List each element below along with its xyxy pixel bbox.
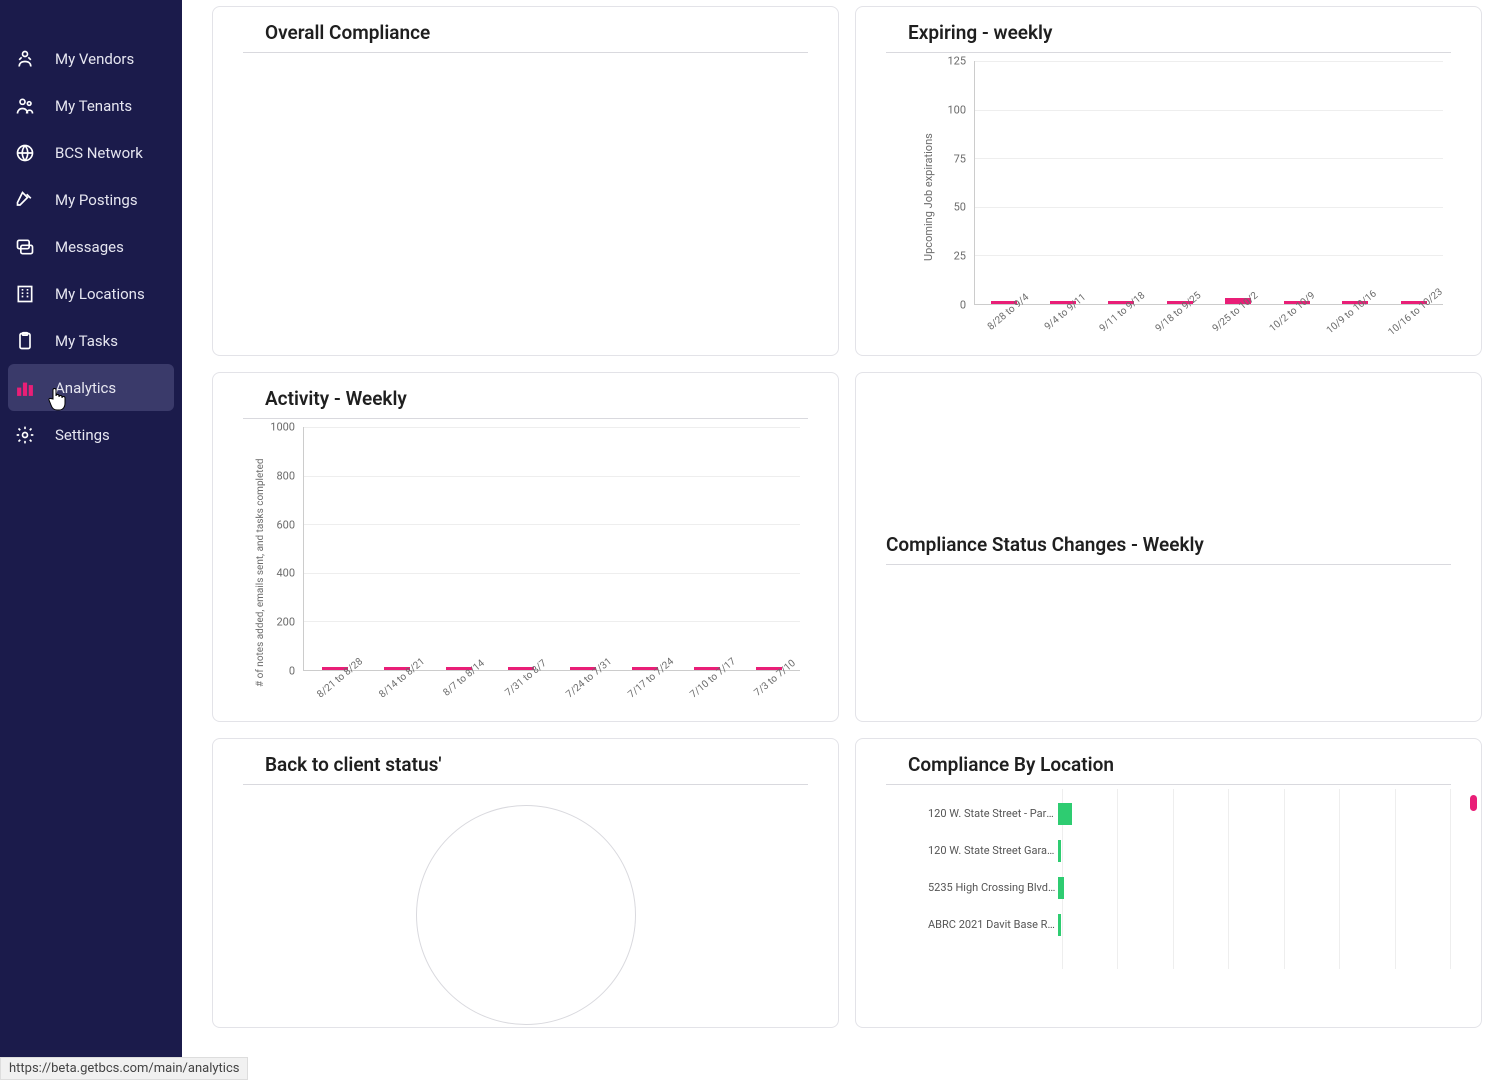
location-chart: 120 W. State Street - Parkin… 120 W. Sta… — [928, 795, 1451, 943]
expiring-chart: Upcoming Job expirations 125 100 75 50 2… — [886, 61, 1451, 343]
sidebar-item-label: Messages — [55, 238, 124, 256]
divider — [243, 52, 808, 53]
y-tick: 800 — [276, 469, 295, 482]
location-row: 120 W. State Street - Parkin… — [928, 795, 1451, 832]
scrollbar-thumb[interactable] — [1470, 795, 1477, 811]
card-back-to-client-status: Back to client status' — [212, 738, 839, 1028]
location-label: 120 W. State Street - Parkin… — [928, 807, 1058, 820]
location-label: ABRC 2021 Davit Base Repl… — [928, 918, 1058, 931]
location-label: 120 W. State Street Garage … — [928, 844, 1058, 857]
y-tick: 125 — [947, 55, 966, 68]
bar — [1058, 803, 1072, 825]
sidebar-item-label: My Postings — [55, 191, 138, 209]
location-row: ABRC 2021 Davit Base Repl… — [928, 906, 1451, 943]
x-axis: 8/21 to 8/28 8/14 to 8/21 8/7 to 8/14 7/… — [303, 671, 800, 709]
plot-area — [974, 61, 1443, 305]
people-icon — [15, 49, 37, 69]
y-axis: 125 100 75 50 25 0 — [934, 61, 970, 305]
divider — [886, 52, 1451, 53]
plot-area — [303, 427, 800, 671]
bar — [1058, 840, 1061, 862]
y-tick: 400 — [276, 567, 295, 580]
y-tick: 100 — [947, 103, 966, 116]
sidebar-item-label: My Vendors — [55, 50, 134, 68]
sidebar-item-label: My Locations — [55, 285, 145, 303]
location-row: 5235 High Crossing Blvd Sh… — [928, 869, 1451, 906]
y-tick: 1000 — [270, 421, 295, 434]
messages-icon — [15, 237, 37, 257]
locations-icon — [15, 284, 37, 304]
divider — [243, 784, 808, 785]
pie-chart-placeholder — [416, 805, 636, 1025]
analytics-icon — [15, 378, 37, 398]
card-title: Overall Compliance — [243, 21, 808, 52]
location-label: 5235 High Crossing Blvd Sh… — [928, 881, 1058, 894]
sidebar-item-label: Settings — [55, 426, 110, 444]
tasks-icon — [15, 331, 37, 351]
sidebar-item-analytics[interactable]: Analytics — [8, 364, 174, 411]
y-tick: 75 — [954, 152, 966, 165]
card-title: Compliance Status Changes - Weekly — [886, 533, 1451, 564]
card-title: Expiring - weekly — [886, 21, 1451, 52]
sidebar-item-my-postings[interactable]: My Postings — [0, 176, 182, 223]
bar — [1058, 877, 1064, 899]
sidebar-item-my-tasks[interactable]: My Tasks — [0, 317, 182, 364]
sidebar-item-label: My Tenants — [55, 97, 132, 115]
card-activity-weekly: Activity - Weekly # of notes added, emai… — [212, 372, 839, 722]
sidebar-item-bcs-network[interactable]: BCS Network — [0, 129, 182, 176]
network-icon — [15, 143, 37, 163]
sidebar-item-label: BCS Network — [55, 144, 143, 162]
y-axis: 1000 800 600 400 200 0 — [263, 427, 299, 671]
card-compliance-status-changes: Compliance Status Changes - Weekly — [855, 372, 1482, 722]
sidebar-item-label: Analytics — [55, 379, 116, 397]
y-tick: 0 — [289, 665, 295, 678]
card-overall-compliance: Overall Compliance — [212, 6, 839, 356]
card-compliance-by-location: Compliance By Location 120 W. State Stre… — [855, 738, 1482, 1028]
sidebar-item-my-locations[interactable]: My Locations — [0, 270, 182, 317]
sidebar-item-label: My Tasks — [55, 332, 118, 350]
y-tick: 200 — [276, 616, 295, 629]
activity-chart: # of notes added, emails sent, and tasks… — [243, 427, 808, 709]
card-expiring-weekly: Expiring - weekly Upcoming Job expiratio… — [855, 6, 1482, 356]
divider — [886, 564, 1451, 565]
card-title: Compliance By Location — [886, 753, 1451, 784]
tenants-icon — [15, 96, 37, 116]
divider — [243, 418, 808, 419]
sidebar-item-my-vendors[interactable]: My Vendors — [0, 35, 182, 82]
y-tick: 0 — [960, 299, 966, 312]
sidebar-item-messages[interactable]: Messages — [0, 223, 182, 270]
x-axis: 8/28 to 9/4 9/4 to 9/11 9/11 to 9/18 9/1… — [974, 305, 1443, 343]
y-tick: 25 — [954, 250, 966, 263]
sidebar: My Vendors My Tenants BCS Network My Pos… — [0, 0, 182, 1080]
y-tick: 50 — [954, 201, 966, 214]
card-title: Activity - Weekly — [243, 387, 808, 418]
postings-icon — [15, 190, 37, 210]
divider — [886, 784, 1451, 785]
main-content: Overall Compliance Expiring - weekly Upc… — [182, 0, 1512, 1080]
status-bar-url: https://beta.getbcs.com/main/analytics — [0, 1057, 248, 1080]
sidebar-item-settings[interactable]: Settings — [0, 411, 182, 458]
y-tick: 600 — [276, 518, 295, 531]
sidebar-item-my-tenants[interactable]: My Tenants — [0, 82, 182, 129]
location-row: 120 W. State Street Garage … — [928, 832, 1451, 869]
bar — [1058, 914, 1061, 936]
gear-icon — [15, 425, 37, 445]
card-title: Back to client status' — [243, 753, 808, 784]
